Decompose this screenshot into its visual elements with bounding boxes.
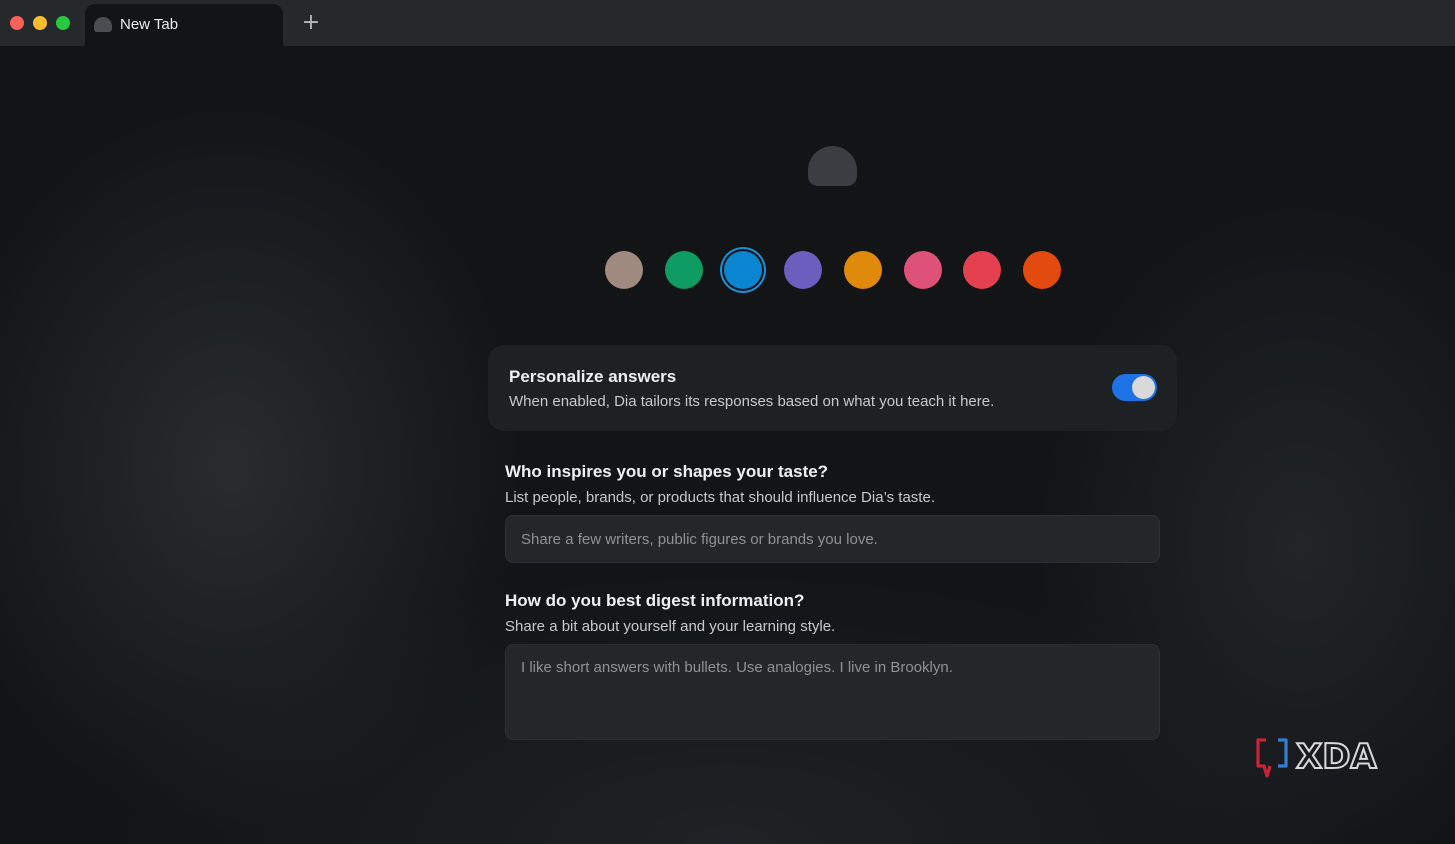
digest-question-description: Share a bit about yourself and your lear… [505,618,836,635]
personalize-answers-card: Personalize answers When enabled, Dia ta… [488,345,1177,431]
tab-new-tab[interactable]: New Tab [85,4,283,46]
personalize-toggle[interactable] [1112,374,1157,401]
toggle-knob [1132,376,1155,399]
digest-question-title: How do you best digest information? [505,591,805,610]
color-swatch-1[interactable] [605,251,643,289]
dia-dome-icon[interactable] [808,146,857,186]
xda-watermark: XDA [1256,736,1396,780]
browser-window: New Tab + Personalize answers When enabl… [0,0,1455,844]
close-window-button[interactable] [10,16,24,30]
personalize-description: When enabled, Dia tailors its responses … [509,393,995,410]
color-swatch-3[interactable] [724,251,762,289]
color-swatch-5[interactable] [844,251,882,289]
taste-question-title: Who inspires you or shapes your taste? [505,462,829,481]
personalize-title: Personalize answers [509,367,677,386]
color-swatch-8[interactable] [1023,251,1061,289]
personalization-page: Personalize answers When enabled, Dia ta… [0,46,1455,844]
maximize-window-button[interactable] [56,16,70,30]
watermark-text: XDA [1296,737,1377,777]
color-swatch-7[interactable] [963,251,1001,289]
taste-input[interactable] [505,515,1160,563]
color-swatch-4[interactable] [784,251,822,289]
digest-textarea[interactable] [505,644,1160,740]
tab-title: New Tab [120,16,179,33]
new-tab-button[interactable]: + [298,10,324,36]
xda-logo-icon: XDA [1256,736,1378,778]
minimize-window-button[interactable] [33,16,47,30]
tab-bar: New Tab + [0,0,1455,46]
color-swatch-2[interactable] [665,251,703,289]
taste-question-description: List people, brands, or products that sh… [505,489,935,506]
color-swatch-6[interactable] [904,251,942,289]
dia-dome-icon [94,17,112,32]
